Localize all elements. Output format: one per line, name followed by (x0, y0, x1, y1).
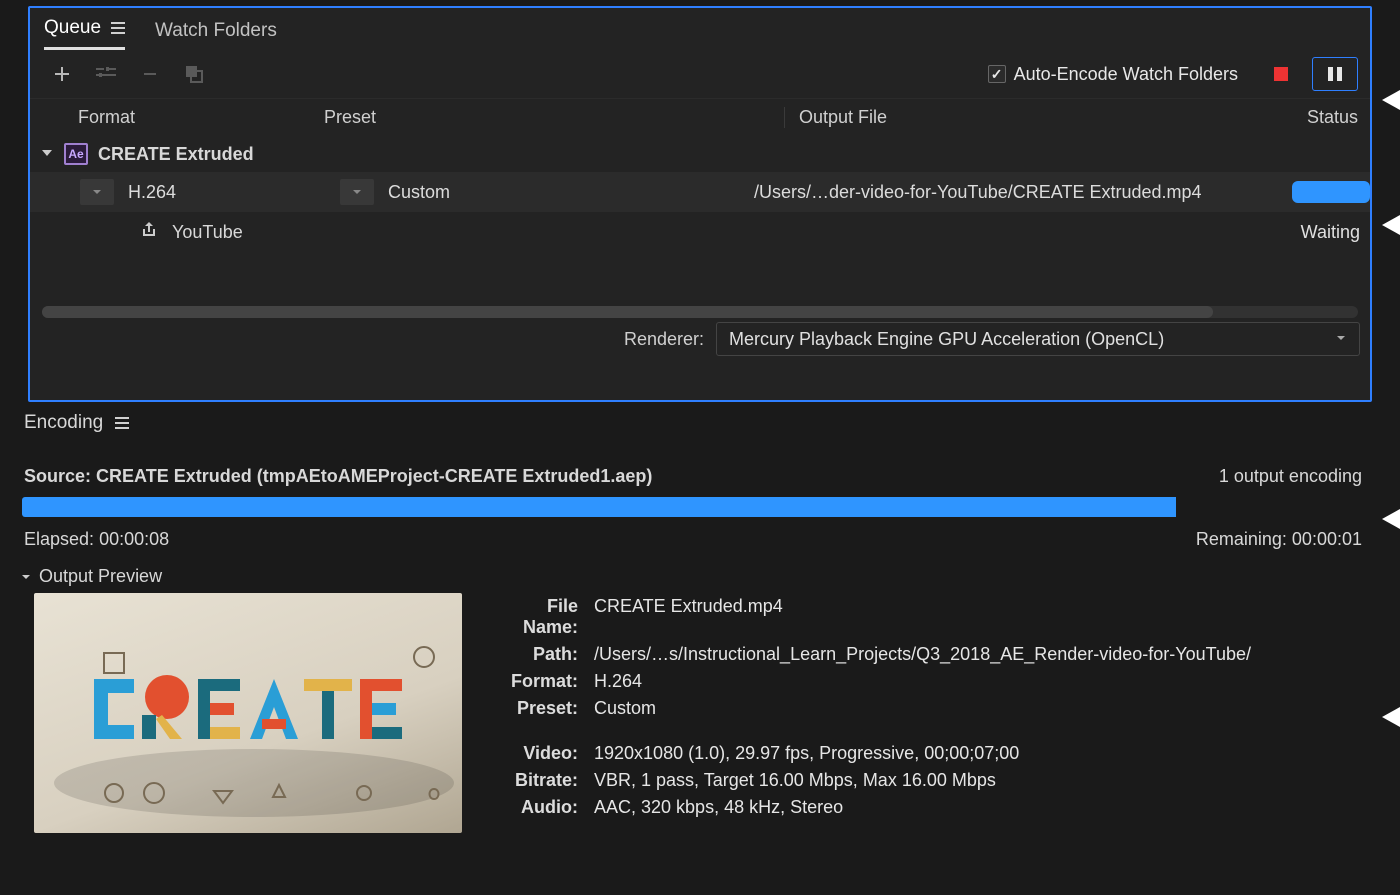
stop-button[interactable] (1260, 57, 1302, 91)
output-metadata: File Name: CREATE Extruded.mp4 Path: /Us… (486, 593, 1364, 833)
meta-preset-label: Preset: (486, 695, 586, 722)
col-format[interactable]: Format (78, 107, 324, 128)
publish-target: YouTube (172, 222, 1301, 243)
meta-preset: Custom (586, 695, 1259, 722)
format-value: H.264 (128, 182, 176, 203)
sliders-icon (96, 65, 116, 83)
add-slider-button[interactable] (92, 60, 120, 88)
scrollbar-thumb[interactable] (42, 306, 1213, 318)
preview-thumbnail (34, 593, 462, 833)
queue-group[interactable]: Ae CREATE Extruded (30, 136, 1370, 172)
auto-encode-label: Auto-Encode Watch Folders (1014, 64, 1238, 85)
pause-button[interactable] (1312, 57, 1358, 91)
source-line: Source: CREATE Extruded (tmpAEtoAMEProje… (24, 466, 1219, 487)
panel-menu-icon[interactable] (115, 417, 129, 429)
format-dropdown[interactable] (80, 179, 114, 205)
duplicate-icon (184, 64, 204, 84)
queue-group-name: CREATE Extruded (98, 144, 254, 165)
stop-icon (1274, 67, 1288, 81)
elapsed-time: Elapsed: 00:00:08 (24, 529, 1196, 550)
meta-audio: AAC, 320 kbps, 48 kHz, Stereo (586, 794, 1259, 821)
meta-path-label: Path: (486, 641, 586, 668)
toolbar: Auto-Encode Watch Folders (30, 50, 1370, 98)
tab-queue-label: Queue (44, 17, 101, 39)
encoding-title: Encoding (24, 412, 103, 434)
output-count: 1 output encoding (1219, 466, 1362, 487)
chevron-down-icon (351, 186, 363, 198)
renderer-dropdown[interactable]: Mercury Playback Engine GPU Acceleration… (716, 322, 1360, 356)
progress-bar (22, 497, 1364, 517)
pause-icon (1328, 67, 1333, 81)
chevron-down-icon (91, 186, 103, 198)
share-icon (140, 221, 158, 244)
meta-format: H.264 (586, 668, 1259, 695)
renderer-row: Renderer: Mercury Playback Engine GPU Ac… (30, 318, 1370, 360)
add-button[interactable] (48, 60, 76, 88)
preset-dropdown[interactable] (340, 179, 374, 205)
meta-bitrate: VBR, 1 pass, Target 16.00 Mbps, Max 16.0… (586, 767, 1259, 794)
chevron-down-icon (20, 571, 32, 583)
publish-status: Waiting (1301, 222, 1370, 243)
tab-bar: Queue Watch Folders (30, 8, 1370, 50)
column-headers: Format Preset Output File Status (30, 98, 1370, 136)
meta-filename: CREATE Extruded.mp4 (586, 593, 1259, 641)
meta-path: /Users/…s/Instructional_Learn_Projects/Q… (586, 641, 1259, 668)
horizontal-scrollbar[interactable] (42, 306, 1358, 318)
remaining-time: Remaining: 00:00:01 (1196, 529, 1362, 550)
chevron-down-icon (40, 144, 54, 165)
tab-queue[interactable]: Queue (44, 9, 125, 50)
meta-video: 1920x1080 (1.0), 29.97 fps, Progressive,… (586, 740, 1259, 767)
renderer-label: Renderer: (624, 329, 704, 350)
progress-fill (22, 497, 1176, 517)
after-effects-icon: Ae (64, 143, 88, 165)
duplicate-button[interactable] (180, 60, 208, 88)
meta-audio-label: Audio: (486, 794, 586, 821)
queue-panel: Queue Watch Folders Auto-Encode Watch Fo… (28, 6, 1372, 402)
checkbox-icon (988, 65, 1006, 83)
queue-item[interactable]: H.264 Custom /Users/…der-video-for-YouTu… (30, 172, 1370, 212)
output-path[interactable]: /Users/…der-video-for-YouTube/CREATE Ext… (754, 182, 1284, 203)
status-progress-pill (1292, 181, 1370, 203)
tab-watch-folders[interactable]: Watch Folders (155, 12, 277, 50)
meta-video-label: Video: (486, 740, 586, 767)
meta-bitrate-label: Bitrate: (486, 767, 586, 794)
col-output[interactable]: Output File (784, 107, 1274, 128)
meta-filename-label: File Name: (486, 593, 586, 641)
chevron-down-icon (1335, 331, 1347, 347)
tab-watch-folders-label: Watch Folders (155, 20, 277, 42)
preset-value: Custom (388, 182, 450, 203)
meta-format-label: Format: (486, 668, 586, 695)
renderer-value: Mercury Playback Engine GPU Acceleration… (729, 329, 1164, 350)
plus-icon (53, 65, 71, 83)
minus-icon (142, 66, 158, 82)
remove-button[interactable] (136, 60, 164, 88)
publish-row[interactable]: YouTube Waiting (30, 212, 1370, 252)
col-status[interactable]: Status (1274, 107, 1370, 128)
encoding-header: Encoding (14, 408, 1372, 438)
output-preview-header[interactable]: Output Preview (14, 566, 1372, 587)
tab-menu-icon[interactable] (111, 22, 125, 34)
preview-image (34, 593, 462, 833)
col-preset[interactable]: Preset (324, 107, 784, 128)
encoding-panel: Encoding Source: CREATE Extruded (tmpAEt… (14, 408, 1372, 833)
auto-encode-toggle[interactable]: Auto-Encode Watch Folders (988, 64, 1238, 85)
